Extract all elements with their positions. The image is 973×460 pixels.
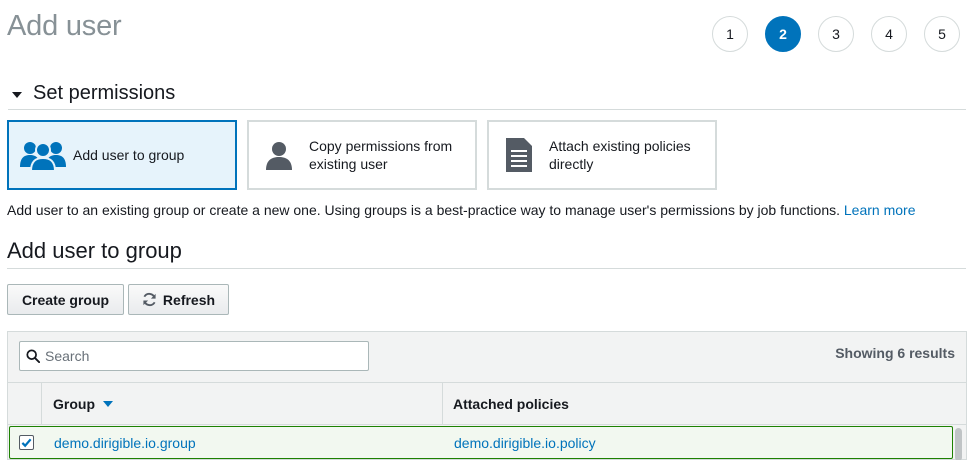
results-count: Showing 6 results: [835, 345, 955, 361]
option-label: Add user to group: [73, 147, 185, 163]
sort-desc-icon[interactable]: [103, 400, 113, 407]
group-icon: [13, 139, 73, 171]
option-attach-policies[interactable]: Attach existing policies directly: [487, 120, 717, 190]
table-header: Group Attached policies: [8, 382, 966, 425]
search-field[interactable]: [19, 341, 369, 371]
column-header-group[interactable]: Group: [53, 383, 443, 424]
refresh-icon: [143, 292, 156, 307]
select-column-header: [8, 383, 42, 424]
refresh-label: Refresh: [162, 291, 216, 308]
document-icon: [489, 137, 549, 173]
row-checkbox[interactable]: [19, 435, 34, 450]
add-user-to-group-title: Add user to group: [7, 238, 182, 263]
section-title: Set permissions: [33, 82, 176, 104]
group-name-link[interactable]: demo.dirigible.io.group: [54, 435, 196, 451]
caret-down-icon: [12, 92, 22, 98]
divider: [7, 268, 966, 269]
table-row[interactable]: demo.dirigible.io.group demo.dirigible.i…: [9, 426, 953, 459]
option-label: Attach existing policies directly: [549, 138, 691, 172]
option-add-user-to-group[interactable]: Add user to group: [7, 120, 237, 190]
scrollbar[interactable]: [955, 428, 962, 460]
help-description: Add user to an existing group or create …: [7, 202, 840, 218]
option-copy-permissions[interactable]: Copy permissions from existing user: [247, 120, 477, 190]
checkmark-icon: [21, 438, 32, 448]
create-group-button[interactable]: Create group: [7, 284, 124, 315]
page-title: Add user: [7, 10, 122, 42]
step-1[interactable]: 1: [712, 16, 748, 52]
groups-table: Showing 6 results Group Attached policie…: [7, 331, 967, 460]
help-text: Add user to an existing group or create …: [7, 202, 915, 218]
option-label: Copy permissions from existing user: [309, 138, 453, 172]
search-icon: [26, 349, 40, 363]
column-header-label: Attached policies: [453, 395, 569, 412]
column-header-policies[interactable]: Attached policies: [453, 383, 569, 424]
user-icon: [249, 139, 309, 171]
step-5[interactable]: 5: [924, 16, 960, 52]
column-divider[interactable]: [442, 383, 443, 424]
policy-name-link[interactable]: demo.dirigible.io.policy: [454, 435, 596, 451]
refresh-button[interactable]: Refresh: [128, 284, 229, 315]
set-permissions-header[interactable]: Set permissions: [8, 82, 966, 110]
search-input[interactable]: [45, 348, 345, 364]
step-2[interactable]: 2: [765, 16, 801, 52]
learn-more-link[interactable]: Learn more: [844, 202, 916, 218]
step-3[interactable]: 3: [818, 16, 854, 52]
column-header-label: Group: [53, 395, 95, 412]
step-4[interactable]: 4: [871, 16, 907, 52]
wizard-steps: 1 2 3 4 5: [712, 16, 960, 52]
